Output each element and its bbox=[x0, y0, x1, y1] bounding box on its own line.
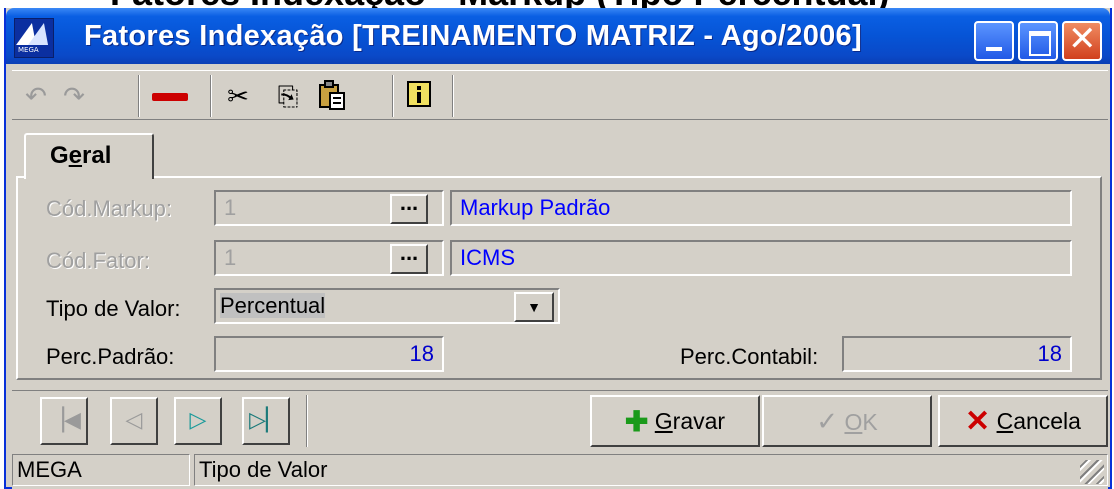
tab-geral[interactable]: Geral bbox=[24, 133, 154, 179]
status-panel-hint: Tipo de Valor bbox=[194, 454, 1108, 486]
cod-fator-lookup-button[interactable]: ... bbox=[390, 242, 428, 274]
delete-icon[interactable] bbox=[152, 93, 188, 101]
undo-icon[interactable]: ↶ bbox=[18, 79, 54, 115]
previous-record-icon[interactable]: ◁ bbox=[110, 397, 158, 445]
navigation-bar: ▕◀ ◁ ▷ ▷▏ ✚ Gravar ✓ OK ✕ Cancela bbox=[12, 390, 1108, 450]
info-icon[interactable] bbox=[402, 79, 438, 115]
tipo-valor-label: Tipo de Valor: bbox=[46, 296, 181, 321]
window-title: Fatores Indexação [TREINAMENTO MATRIZ - … bbox=[84, 20, 862, 52]
cut-icon[interactable]: ✂ bbox=[220, 79, 256, 115]
last-record-icon[interactable]: ▷▏ bbox=[242, 397, 290, 445]
toolbar: ↶ ↷ ✂ ⎘ bbox=[12, 70, 1108, 120]
dialog-window: MEGA Fatores Indexação [TREINAMENTO MATR… bbox=[4, 8, 1112, 489]
close-icon: ✕ bbox=[1068, 19, 1097, 59]
cod-markup-lookup-button[interactable]: ... bbox=[390, 192, 428, 224]
toolbar-separator bbox=[210, 75, 212, 117]
cod-fator-label: Cód.Fator: bbox=[46, 248, 150, 273]
tab-geral-label: Geral bbox=[50, 142, 112, 169]
perc-contabil-label: Perc.Contabil: bbox=[680, 344, 819, 369]
cod-markup-description: Markup Padrão bbox=[450, 190, 1072, 226]
toolbar-separator bbox=[392, 75, 394, 117]
close-button[interactable]: ✕ bbox=[1062, 21, 1102, 61]
next-record-icon[interactable]: ▷ bbox=[174, 397, 222, 445]
nav-separator bbox=[306, 395, 308, 447]
status-bar: MEGA Tipo de Valor bbox=[12, 454, 1108, 489]
check-icon: ✓ bbox=[816, 406, 839, 436]
perc-padrao-label: Perc.Padrão: bbox=[46, 344, 175, 369]
x-icon: ✕ bbox=[965, 405, 991, 438]
toolbar-separator bbox=[452, 75, 454, 117]
minimize-button[interactable] bbox=[974, 21, 1014, 61]
perc-padrao-field[interactable]: 18 bbox=[214, 336, 444, 372]
paste-icon[interactable] bbox=[314, 79, 350, 115]
title-bar[interactable]: MEGA Fatores Indexação [TREINAMENTO MATR… bbox=[6, 8, 1110, 64]
cancel-label: Cancela bbox=[996, 408, 1081, 434]
copy-icon[interactable]: ⎘ bbox=[270, 79, 306, 115]
tipo-valor-select[interactable]: Percentual bbox=[214, 288, 560, 324]
redo-icon[interactable]: ↷ bbox=[56, 79, 92, 115]
app-logo-icon: MEGA bbox=[14, 18, 54, 58]
tipo-valor-selected: Percentual bbox=[220, 293, 326, 318]
minimize-icon bbox=[986, 47, 1002, 51]
perc-contabil-field[interactable]: 18 bbox=[842, 336, 1072, 372]
cod-markup-label: Cód.Markup: bbox=[46, 196, 172, 221]
plus-icon: ✚ bbox=[624, 406, 649, 437]
toolbar-separator bbox=[138, 75, 140, 117]
ok-button[interactable]: ✓ OK bbox=[762, 395, 932, 447]
resize-grip-icon[interactable] bbox=[1080, 460, 1104, 484]
maximize-icon bbox=[1029, 31, 1051, 56]
status-panel-company: MEGA bbox=[12, 454, 190, 486]
maximize-button[interactable] bbox=[1018, 21, 1058, 61]
save-label: Gravar bbox=[654, 408, 726, 434]
save-button[interactable]: ✚ Gravar bbox=[590, 395, 760, 447]
chevron-down-icon[interactable]: ▼ bbox=[514, 292, 554, 322]
cancel-button[interactable]: ✕ Cancela bbox=[938, 395, 1108, 447]
first-record-icon[interactable]: ▕◀ bbox=[40, 397, 88, 445]
cod-fator-description: ICMS bbox=[450, 240, 1072, 276]
ok-label: OK bbox=[844, 409, 878, 435]
